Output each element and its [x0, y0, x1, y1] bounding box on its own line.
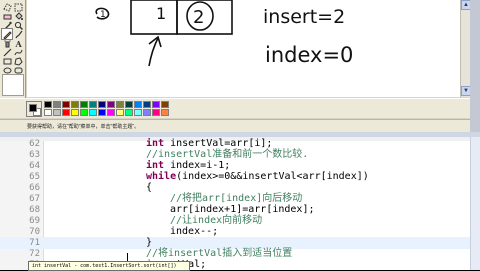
note-insert: insert=2: [263, 6, 345, 28]
color-swatch[interactable]: [161, 101, 169, 108]
color-swatch[interactable]: [53, 109, 61, 116]
code-editor[interactable]: 62 int insertVal=arr[i]; 63//insertVal准备和前…: [0, 137, 480, 271]
color-swatch[interactable]: [107, 101, 115, 108]
color-palette: [0, 98, 480, 118]
canvas-drawing: 1 1 2 insert=2 index=0: [95, 0, 353, 67]
window-side-panel: [470, 0, 480, 137]
color-swatch[interactable]: [98, 101, 106, 108]
color-swatch[interactable]: [134, 109, 142, 116]
box-left-label: 1: [156, 4, 166, 23]
current-colors[interactable]: [26, 101, 42, 117]
color-swatch[interactable]: [152, 101, 160, 108]
color-swatch[interactable]: [161, 109, 169, 116]
color-swatch[interactable]: [125, 109, 133, 116]
toolbox: A: [0, 0, 26, 98]
color-swatch[interactable]: [143, 109, 151, 116]
foreground-color: [29, 104, 37, 112]
color-swatch[interactable]: [134, 101, 142, 108]
color-swatch[interactable]: [80, 101, 88, 108]
code-area[interactable]: 62 int insertVal=arr[i]; 63//insertVal准备和前…: [0, 137, 470, 270]
color-swatch[interactable]: [62, 109, 70, 116]
drawing-canvas[interactable]: 1 1 2 insert=2 index=0: [27, 0, 470, 97]
array-boxes-sketch: 1 2: [130, 0, 233, 35]
color-swatch[interactable]: [71, 109, 79, 116]
color-swatch[interactable]: [89, 101, 97, 108]
tool-options[interactable]: [2, 74, 24, 96]
box-right-label: 2: [193, 7, 204, 28]
color-swatch[interactable]: [116, 101, 124, 108]
color-swatch[interactable]: [53, 101, 61, 108]
note-index: index=0: [265, 43, 353, 67]
canvas-vertical-scrollbar[interactable]: ▲ ▼: [460, 0, 471, 97]
status-bar: 要获得帮助，请在"帮助"菜单中，单击"帮助主题"。: [0, 119, 480, 132]
paint-window: A 1 1 2 insert=2 index=0 ▲ ▼ 要获得帮助，请在"帮助…: [0, 0, 480, 137]
keyword: while: [146, 171, 177, 182]
small-one-text: 1: [100, 10, 106, 20]
color-swatch[interactable]: [62, 101, 70, 108]
color-swatch[interactable]: [44, 101, 52, 108]
color-swatch[interactable]: [143, 101, 151, 108]
color-swatch[interactable]: [152, 109, 160, 116]
color-swatch[interactable]: [125, 101, 133, 108]
color-swatch[interactable]: [98, 109, 106, 116]
color-swatch[interactable]: [107, 109, 115, 116]
arrow-sketch: [148, 35, 162, 67]
canvas-area: 1 1 2 insert=2 index=0 ▲ ▼: [27, 0, 471, 97]
color-swatch[interactable]: [116, 109, 124, 116]
keyword: int: [146, 160, 165, 171]
color-swatch[interactable]: [71, 101, 79, 108]
color-swatch[interactable]: [80, 109, 88, 116]
color-swatch[interactable]: [89, 109, 97, 116]
color-swatch[interactable]: [44, 109, 52, 116]
editor-vertical-scrollbar[interactable]: [470, 137, 480, 270]
keyword: int: [146, 138, 165, 149]
palette-swatches: [44, 101, 169, 117]
circled-one-sketch: 1: [95, 7, 110, 20]
